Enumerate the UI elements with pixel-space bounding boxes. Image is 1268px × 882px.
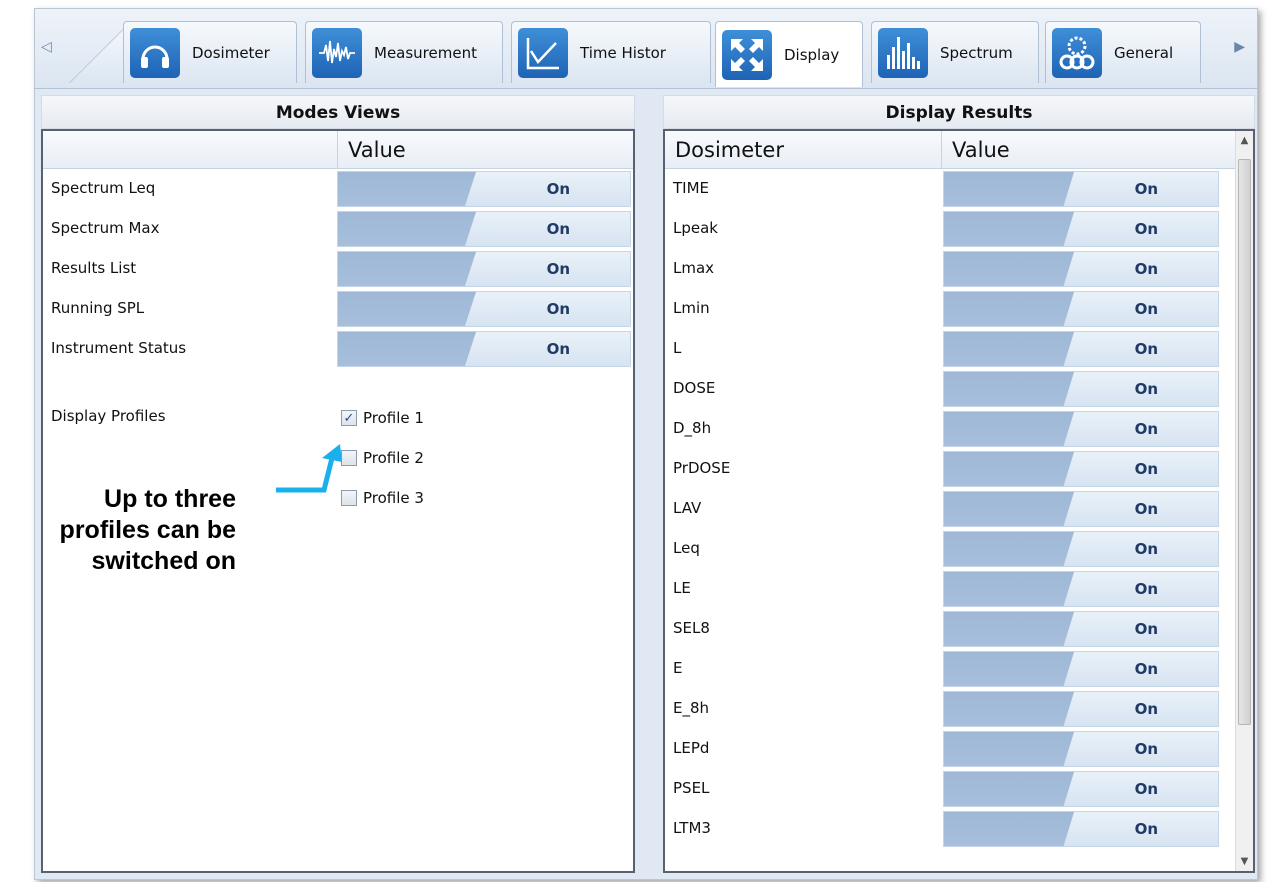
expand-arrows-icon: [722, 29, 772, 80]
tab-label: Display: [784, 45, 840, 64]
tab-display[interactable]: Display: [715, 21, 863, 87]
annotation-arrow: [276, 444, 342, 493]
